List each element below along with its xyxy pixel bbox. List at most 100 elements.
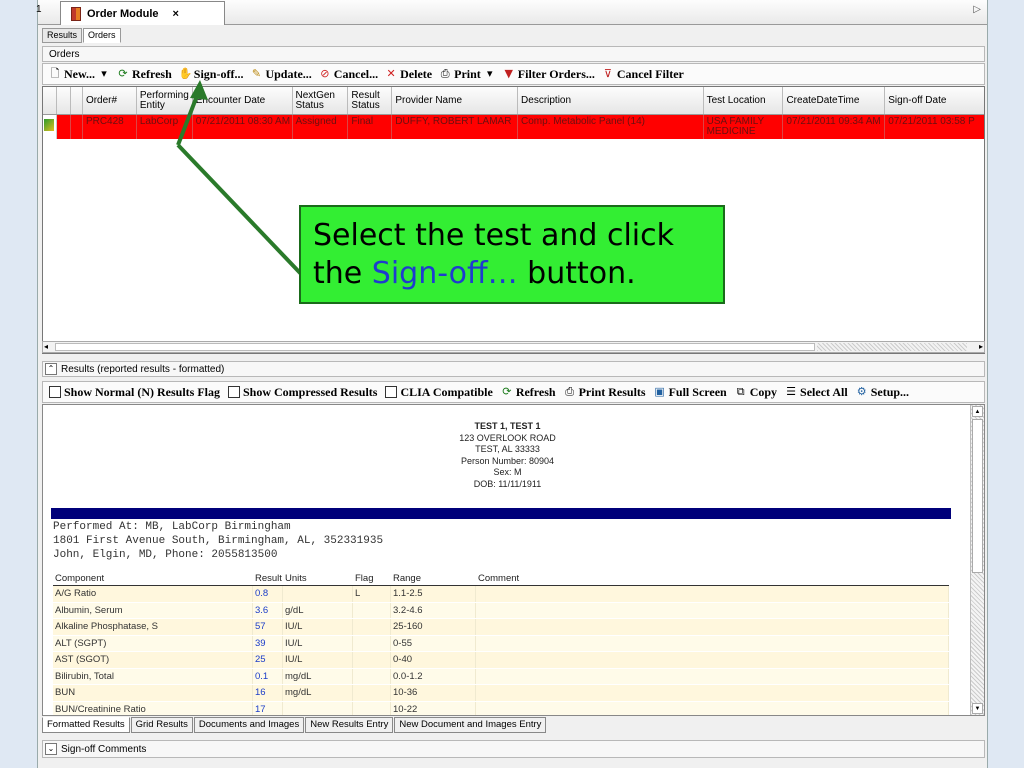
cancel-button[interactable]: ⊘ Cancel...: [319, 67, 378, 82]
patient-name: TEST 1, TEST 1: [474, 421, 541, 431]
results-table: Component Result Units Flag Range Commen…: [53, 572, 949, 715]
refresh-button[interactable]: ⟳ Refresh: [117, 67, 171, 82]
cell-range: 25-160: [391, 619, 476, 635]
clia-compatible-checkbox[interactable]: CLIA Compatible: [385, 385, 493, 400]
col-header-order-number[interactable]: Order#: [83, 87, 137, 114]
results-table-header: Component Result Units Flag Range Commen…: [53, 572, 949, 586]
setup-button[interactable]: ⚙ Setup...: [856, 385, 909, 400]
lab-performed-at: Performed At: MB, LabCorp Birmingham: [53, 521, 291, 533]
print-results-button[interactable]: ⎙ Print Results: [564, 385, 645, 400]
edge-number: 1: [36, 4, 42, 15]
scrollbar-thumb[interactable]: [55, 343, 815, 351]
col-header-description[interactable]: Description: [518, 87, 704, 114]
col-header-units: Units: [285, 573, 307, 584]
show-normal-checkbox[interactable]: Show Normal (N) Results Flag: [49, 385, 220, 400]
cell-flag: [353, 685, 391, 701]
expand-icon[interactable]: ⌄: [45, 743, 57, 755]
col-header-provider-name[interactable]: Provider Name: [392, 87, 519, 114]
col-header-test-location[interactable]: Test Location: [704, 87, 784, 114]
cell-encounter-date: 07/21/2011 08:30 AM: [193, 115, 293, 139]
col-header-encounter-date[interactable]: Encounter Date: [193, 87, 293, 114]
col-header-create-datetime[interactable]: CreateDateTime: [783, 87, 886, 114]
col-header-performing-entity[interactable]: Performing Entity: [137, 87, 193, 114]
tab-documents-images[interactable]: Documents and Images: [193, 717, 305, 733]
cell-result: 39: [253, 635, 283, 651]
show-compressed-checkbox[interactable]: Show Compressed Results: [228, 385, 377, 400]
tab-formatted-results[interactable]: Formatted Results: [42, 717, 130, 733]
order-info-bar: [51, 508, 951, 519]
tab-new-document-images-entry[interactable]: New Document and Images Entry: [394, 717, 547, 733]
cell-range: 0-55: [391, 635, 476, 651]
filter-orders-button[interactable]: ▼ Filter Orders...: [503, 67, 595, 82]
update-button[interactable]: ✎ Update...: [250, 67, 312, 82]
results-refresh-button[interactable]: ⟳ Refresh: [501, 385, 555, 400]
cancel-filter-icon: ⊽: [603, 67, 612, 80]
tab-grid-results[interactable]: Grid Results: [130, 717, 193, 733]
tab-new-results-entry[interactable]: New Results Entry: [305, 717, 394, 733]
tab-order-module[interactable]: Order Module ×: [60, 1, 225, 25]
copy-icon: ⧉: [736, 385, 745, 398]
copy-button[interactable]: ⧉ Copy: [735, 385, 777, 400]
cell-range: 10-36: [391, 685, 476, 701]
cell-component: Alkaline Phosphatase, S: [53, 619, 253, 635]
printer-icon: ⎙: [440, 67, 450, 80]
new-document-icon: 🗋: [50, 67, 60, 80]
table-row[interactable]: PRC428 LabCorp 07/21/2011 08:30 AM Assig…: [43, 115, 984, 139]
scrollbar-thumb[interactable]: [972, 419, 983, 573]
signoff-button[interactable]: ✋ Sign-off...: [179, 67, 244, 82]
callout-line1: Select the test and click: [313, 218, 675, 253]
cell-comment: [476, 586, 949, 602]
cell-component: BUN: [53, 685, 253, 701]
col-header-result-status[interactable]: Result Status: [348, 87, 393, 114]
cell-flag: [353, 602, 391, 618]
table-row: A/G Ratio 0.8 L 1.1-2.5: [53, 586, 949, 603]
patient-address-line1: 123 OVERLOOK ROAD: [459, 432, 556, 443]
grid-cell: [57, 115, 71, 139]
table-row: Albumin, Serum 3.6 g/dL 3.2-4.6: [53, 602, 949, 619]
cell-range: 10-22: [391, 701, 476, 715]
cell-component: Bilirubin, Total: [53, 668, 253, 684]
collapse-icon[interactable]: ⌃: [45, 363, 57, 375]
scroll-left-icon[interactable]: ◂: [44, 342, 48, 351]
cell-result-status: Final: [348, 115, 393, 139]
cell-result: 0.8: [253, 586, 283, 602]
col-header-nextgen-status[interactable]: NextGen Status: [293, 87, 349, 114]
checkbox-icon: [228, 386, 240, 398]
cell-comment: [476, 635, 949, 651]
tab-label: Order Module: [87, 7, 159, 20]
close-icon[interactable]: ×: [173, 8, 179, 20]
cancel-icon: ⊘: [320, 67, 330, 80]
col-header-range: Range: [393, 573, 421, 584]
report-vertical-scrollbar[interactable]: ▲ ▼: [970, 405, 984, 715]
cell-units: IU/L: [283, 652, 353, 668]
refresh-icon: ⟳: [118, 67, 128, 80]
full-screen-button[interactable]: ▣ Full Screen: [654, 385, 726, 400]
scroll-right-icon[interactable]: ▸: [979, 342, 983, 351]
checkbox-icon: [385, 386, 398, 398]
cell-units: mg/dL: [283, 685, 353, 701]
cell-comment: [476, 619, 949, 635]
tab-results[interactable]: Results: [42, 28, 83, 43]
hand-icon: ✋: [178, 67, 193, 80]
scroll-up-icon[interactable]: ▲: [972, 406, 983, 417]
cell-result: 3.6: [253, 602, 283, 618]
orders-horizontal-scrollbar[interactable]: ◂ ▸: [42, 341, 985, 353]
tab-orders[interactable]: Orders: [83, 28, 121, 43]
col-header-comment: Comment: [478, 573, 520, 584]
new-button[interactable]: 🗋 New... ▾: [49, 67, 110, 82]
table-row: Bilirubin, Total 0.1 mg/dL 0.0-1.2: [53, 668, 949, 685]
lab-address: 1801 First Avenue South, Birmingham, AL,…: [53, 535, 384, 547]
col-header-signoff-date[interactable]: Sign-off Date: [885, 87, 984, 114]
scroll-right-icon[interactable]: ▷: [973, 4, 981, 15]
cell-flag: [353, 668, 391, 684]
print-button[interactable]: ⎙ Print ▾: [439, 67, 496, 82]
cell-description: Comp. Metabolic Panel (14): [518, 115, 704, 139]
cell-flag: [353, 635, 391, 651]
select-all-icon: ☰: [786, 385, 796, 398]
table-row: Alkaline Phosphatase, S 57 IU/L 25-160: [53, 619, 949, 636]
scroll-down-icon[interactable]: ▼: [972, 703, 983, 714]
delete-button[interactable]: ✕ Delete: [385, 67, 433, 82]
app-window: 1 Order Module × ▷ Results Orders Orders…: [36, 0, 988, 768]
cancel-filter-button[interactable]: ⊽ Cancel Filter: [602, 67, 684, 82]
select-all-button[interactable]: ☰ Select All: [785, 385, 848, 400]
